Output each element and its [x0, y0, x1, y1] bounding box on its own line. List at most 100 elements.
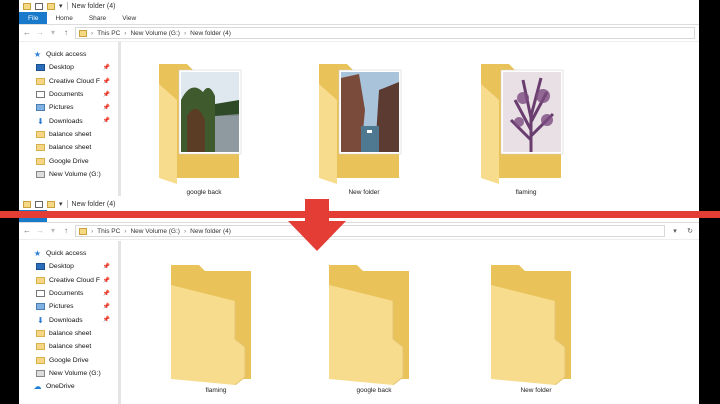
sidebar-item[interactable]: Creative Cloud F 📌 [19, 274, 116, 287]
up-arrow-icon[interactable]: ↑ [62, 29, 70, 37]
sidebar-item[interactable]: ⬇ Downloads 📌 [19, 313, 116, 326]
folder-tile[interactable]: New folder [481, 257, 591, 397]
back-arrow-icon[interactable]: ← [23, 29, 31, 37]
explorer-window-top: ▾ New folder (4) File Home Share View ← … [19, 0, 699, 196]
folder-label: google back [356, 387, 392, 394]
down-arrow-icon [288, 199, 346, 251]
recent-dropdown-icon[interactable]: ▾ [49, 29, 57, 37]
breadcrumb-separator-icon[interactable]: › [184, 30, 186, 37]
star-icon: ★ [33, 249, 42, 259]
sidebar-item-label: New Volume (G:) [49, 170, 101, 178]
tab-view[interactable]: View [114, 12, 144, 24]
folder-icon [79, 29, 87, 37]
sidebar-item[interactable]: Google Drive [19, 154, 116, 167]
address-bar[interactable]: › This PC › New Volume (G:) › New folder… [75, 225, 665, 237]
pictures-icon [36, 104, 45, 112]
separator [66, 2, 68, 10]
screenshot-canvas: ▾ New folder (4) File Home Share View ← … [0, 0, 720, 404]
explorer-window-bottom: ▾ New folder (4) File Home Share View ← … [19, 196, 699, 404]
sidebar-item-label: Documents [49, 290, 84, 298]
sidebar-item-label: balance sheet [49, 130, 92, 138]
dropdown-icon[interactable]: ▾ [59, 200, 63, 208]
sidebar-item-label: Google Drive [49, 356, 89, 364]
tab-file[interactable]: File [19, 12, 48, 24]
sidebar-item[interactable]: ⬇ Downloads 📌 [19, 114, 116, 127]
breadcrumb-separator-icon[interactable]: › [184, 228, 186, 235]
address-dropdown-icon[interactable]: ▾ [670, 225, 680, 237]
breadcrumb-current-folder[interactable]: New folder (4) [190, 228, 231, 235]
sidebar-item[interactable]: Desktop 📌 [19, 61, 116, 74]
sidebar-item[interactable]: Creative Cloud F 📌 [19, 75, 116, 88]
tab-share[interactable]: Share [81, 12, 114, 24]
folder-tile[interactable]: flaming [471, 56, 581, 196]
sidebar-item[interactable]: New Volume (G:) [19, 367, 116, 380]
sidebar-item[interactable]: ☁ OneDrive [19, 380, 116, 393]
folder-label: New folder [520, 387, 552, 394]
sidebar-item[interactable]: Desktop 📌 [19, 260, 116, 273]
dropdown-icon[interactable]: ▾ [59, 2, 63, 10]
forward-arrow-icon[interactable]: → [36, 227, 44, 235]
sidebar-item[interactable]: Documents 📌 [19, 287, 116, 300]
breadcrumb-separator-icon[interactable]: › [124, 30, 126, 37]
sidebar-item-label: balance sheet [49, 329, 92, 337]
sidebar-item[interactable]: ★ Quick access [19, 247, 116, 260]
folder-content: google back New folder flaming [121, 42, 699, 196]
pin-icon: 📌 [102, 317, 110, 324]
breadcrumb-current-folder[interactable]: New folder (4) [190, 30, 231, 37]
sidebar-item-label: Google Drive [49, 157, 89, 165]
refresh-icon[interactable]: ↻ [685, 225, 695, 237]
sidebar-item[interactable]: balance sheet [19, 327, 116, 340]
back-arrow-icon[interactable]: ← [23, 227, 31, 235]
address-row: ← → ▾ ↑ › This PC › New Volume (G:) › Ne… [19, 25, 699, 42]
sidebar-item-label: balance sheet [49, 144, 92, 152]
pin-icon: 📌 [102, 78, 110, 85]
sidebar-item-label: OneDrive [46, 383, 75, 391]
breadcrumb-this-pc[interactable]: This PC [97, 30, 120, 37]
folder-quick-icon[interactable] [23, 200, 31, 208]
sidebar-item[interactable]: Google Drive [19, 353, 116, 366]
properties-quick-icon[interactable] [35, 200, 43, 208]
address-bar[interactable]: › This PC › New Volume (G:) › New folder… [75, 27, 695, 39]
breadcrumb-separator-icon[interactable]: › [91, 228, 93, 235]
new-folder-quick-icon[interactable] [47, 200, 55, 208]
folder-tile[interactable]: google back [149, 56, 259, 196]
folder-tile[interactable]: flaming [161, 257, 271, 397]
breadcrumb-separator-icon[interactable]: › [124, 228, 126, 235]
sidebar-item[interactable]: Pictures 📌 [19, 101, 116, 114]
folder-icon [309, 56, 419, 186]
tab-home[interactable]: Home [47, 12, 80, 24]
folder-icon [471, 56, 581, 186]
sidebar-item[interactable]: Pictures 📌 [19, 300, 116, 313]
sidebar-item[interactable]: balance sheet [19, 128, 116, 141]
pin-icon: 📌 [102, 105, 110, 112]
folder-tile[interactable]: New folder [309, 56, 419, 196]
breadcrumb-new-volume[interactable]: New Volume (G:) [130, 30, 180, 37]
folder-icon [36, 343, 45, 351]
sidebar-item[interactable]: Documents 📌 [19, 88, 116, 101]
up-arrow-icon[interactable]: ↑ [62, 227, 70, 235]
sidebar-item[interactable]: New Volume (G:) [19, 168, 116, 181]
folder-icon [36, 77, 45, 85]
new-folder-quick-icon[interactable] [47, 2, 55, 10]
sidebar-item-label: Pictures [49, 104, 74, 112]
forward-arrow-icon[interactable]: → [36, 29, 44, 37]
recent-dropdown-icon[interactable]: ▾ [49, 227, 57, 235]
folder-icon [36, 157, 45, 165]
breadcrumb-separator-icon[interactable]: › [91, 30, 93, 37]
window-title: New folder (4) [71, 2, 116, 10]
breadcrumb-this-pc[interactable]: This PC [97, 228, 120, 235]
breadcrumb-new-volume[interactable]: New Volume (G:) [130, 228, 180, 235]
navigation-pane: ★ Quick access Desktop 📌 Creative Cloud F 📌 Do… [19, 42, 116, 196]
folder-icon [36, 144, 45, 152]
properties-quick-icon[interactable] [35, 2, 43, 10]
title-bar: ▾ New folder (4) [19, 198, 699, 210]
sidebar-item[interactable]: balance sheet [19, 141, 116, 154]
folder-label: google back [186, 189, 222, 196]
folder-tile[interactable]: google back [319, 257, 429, 397]
sidebar-item-label: Creative Cloud F [49, 77, 100, 85]
folder-quick-icon[interactable] [23, 2, 31, 10]
pin-icon: 📌 [102, 65, 110, 72]
sidebar-item[interactable]: balance sheet [19, 340, 116, 353]
sidebar-item[interactable]: ★ Quick access [19, 48, 116, 61]
folder-label: New folder [348, 189, 380, 196]
